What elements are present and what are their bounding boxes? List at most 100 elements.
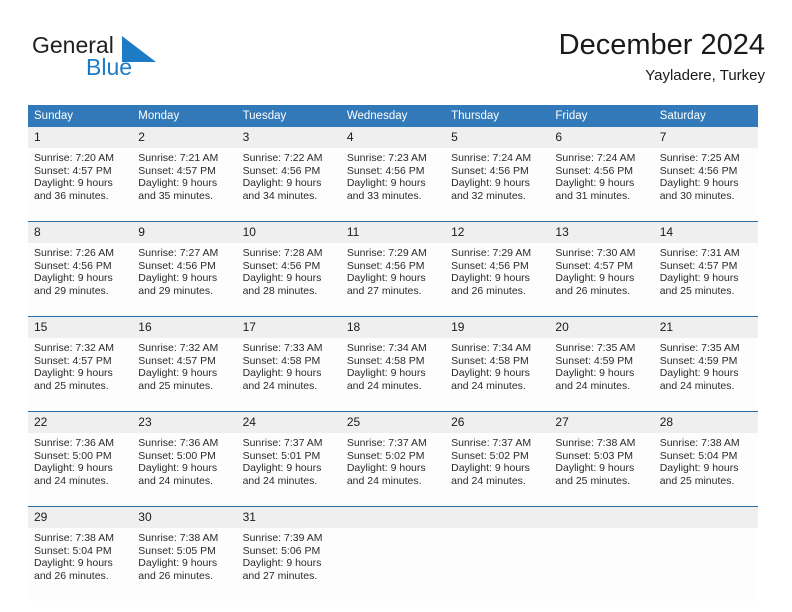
day-cell[interactable]: Sunrise: 7:34 AM Sunset: 4:58 PM Dayligh… <box>445 338 550 412</box>
day-cell[interactable]: Sunrise: 7:27 AM Sunset: 4:56 PM Dayligh… <box>132 243 237 317</box>
day-cell[interactable]: Sunrise: 7:35 AM Sunset: 4:59 PM Dayligh… <box>653 338 758 412</box>
sunrise-text: Sunrise: 7:29 AM <box>346 247 427 259</box>
day-number[interactable]: 1 <box>28 127 133 148</box>
day-cell[interactable]: Sunrise: 7:38 AM Sunset: 5:04 PM Dayligh… <box>653 433 758 507</box>
day-number[interactable]: 20 <box>549 316 654 338</box>
day-cell[interactable]: Sunrise: 7:22 AM Sunset: 4:56 PM Dayligh… <box>236 148 341 222</box>
daylight-text-cont: and 25 minutes. <box>659 474 735 487</box>
day-cell-empty <box>653 528 758 601</box>
day-number[interactable]: 3 <box>236 127 341 148</box>
day-number[interactable]: 19 <box>445 316 550 338</box>
sunrise-text: Sunrise: 7:37 AM <box>242 437 323 449</box>
day-cell[interactable]: Sunrise: 7:32 AM Sunset: 4:57 PM Dayligh… <box>132 338 237 412</box>
day-number[interactable]: 24 <box>236 411 341 433</box>
day-number[interactable]: 15 <box>28 316 133 338</box>
day-cell[interactable]: Sunrise: 7:38 AM Sunset: 5:03 PM Dayligh… <box>549 433 654 507</box>
day-cell[interactable]: Sunrise: 7:38 AM Sunset: 5:04 PM Dayligh… <box>28 528 133 601</box>
daylight-text: Daylight: 9 hours <box>34 557 113 570</box>
day-cell[interactable]: Sunrise: 7:24 AM Sunset: 4:56 PM Dayligh… <box>445 148 550 222</box>
day-number-empty <box>653 506 758 528</box>
sunrise-text: Sunrise: 7:32 AM <box>138 342 219 354</box>
day-number[interactable]: 28 <box>653 411 758 433</box>
week-5-daynumber-row: 29 30 31 <box>28 506 758 528</box>
daylight-text: Daylight: 9 hours <box>555 177 635 190</box>
sunrise-text: Sunrise: 7:22 AM <box>242 152 323 164</box>
day-number[interactable]: 27 <box>549 411 654 433</box>
day-number[interactable]: 9 <box>132 221 237 243</box>
day-cell[interactable]: Sunrise: 7:23 AM Sunset: 4:56 PM Dayligh… <box>340 148 446 222</box>
day-number[interactable]: 23 <box>132 411 237 433</box>
day-cell[interactable]: Sunrise: 7:28 AM Sunset: 4:56 PM Dayligh… <box>236 243 341 317</box>
day-cell[interactable]: Sunrise: 7:33 AM Sunset: 4:58 PM Dayligh… <box>236 338 341 412</box>
day-cell[interactable]: Sunrise: 7:36 AM Sunset: 5:00 PM Dayligh… <box>132 433 237 507</box>
day-number[interactable]: 11 <box>340 221 446 243</box>
daylight-text-cont: and 25 minutes. <box>138 379 213 392</box>
weekday-header-row: Sunday Monday Tuesday Wednesday Thursday… <box>28 105 758 127</box>
sunset-text: Sunset: 4:57 PM <box>34 354 112 367</box>
day-number[interactable]: 4 <box>340 127 446 148</box>
weekday-header-monday: Monday <box>132 105 237 127</box>
sunrise-text: Sunrise: 7:34 AM <box>346 342 427 354</box>
day-number[interactable]: 21 <box>653 316 758 338</box>
day-number[interactable]: 14 <box>653 221 758 243</box>
day-number[interactable]: 17 <box>236 316 341 338</box>
day-number[interactable]: 6 <box>549 127 654 148</box>
day-cell[interactable]: Sunrise: 7:34 AM Sunset: 4:58 PM Dayligh… <box>340 338 446 412</box>
day-cell[interactable]: Sunrise: 7:31 AM Sunset: 4:57 PM Dayligh… <box>653 243 758 317</box>
sunset-text: Sunset: 4:56 PM <box>451 259 529 272</box>
day-cell[interactable]: Sunrise: 7:20 AM Sunset: 4:57 PM Dayligh… <box>28 148 133 222</box>
day-cell[interactable]: Sunrise: 7:39 AM Sunset: 5:06 PM Dayligh… <box>236 528 341 601</box>
sunrise-text: Sunrise: 7:35 AM <box>659 342 740 354</box>
day-number[interactable]: 16 <box>132 316 237 338</box>
day-cell[interactable]: Sunrise: 7:37 AM Sunset: 5:02 PM Dayligh… <box>445 433 550 507</box>
day-number[interactable]: 12 <box>445 221 550 243</box>
week-5-detail-row: Sunrise: 7:38 AM Sunset: 5:04 PM Dayligh… <box>28 528 758 601</box>
day-number[interactable]: 8 <box>28 221 133 243</box>
day-cell[interactable]: Sunrise: 7:30 AM Sunset: 4:57 PM Dayligh… <box>549 243 654 317</box>
page-title: December 2024 <box>558 29 765 61</box>
sunset-text: Sunset: 5:00 PM <box>34 449 112 462</box>
daylight-text-cont: and 24 minutes. <box>346 474 422 487</box>
day-number[interactable]: 26 <box>445 411 550 433</box>
sunset-text: Sunset: 4:57 PM <box>659 259 738 272</box>
sunrise-text: Sunrise: 7:27 AM <box>138 247 219 259</box>
daylight-text: Daylight: 9 hours <box>346 272 426 285</box>
day-cell-empty <box>445 528 550 601</box>
sunrise-text: Sunrise: 7:32 AM <box>34 342 114 354</box>
day-cell[interactable]: Sunrise: 7:32 AM Sunset: 4:57 PM Dayligh… <box>28 338 133 412</box>
day-number[interactable]: 2 <box>132 127 237 148</box>
day-number[interactable]: 31 <box>236 506 341 528</box>
day-cell[interactable]: Sunrise: 7:21 AM Sunset: 4:57 PM Dayligh… <box>132 148 237 222</box>
day-cell[interactable]: Sunrise: 7:24 AM Sunset: 4:56 PM Dayligh… <box>549 148 654 222</box>
day-cell[interactable]: Sunrise: 7:29 AM Sunset: 4:56 PM Dayligh… <box>340 243 446 317</box>
daylight-text: Daylight: 9 hours <box>555 272 635 285</box>
day-number[interactable]: 10 <box>236 221 341 243</box>
day-cell[interactable]: Sunrise: 7:25 AM Sunset: 4:56 PM Dayligh… <box>653 148 758 222</box>
daylight-text: Daylight: 9 hours <box>451 367 530 380</box>
day-cell[interactable]: Sunrise: 7:36 AM Sunset: 5:00 PM Dayligh… <box>28 433 133 507</box>
day-number[interactable]: 22 <box>28 411 133 433</box>
sunrise-text: Sunrise: 7:33 AM <box>242 342 323 354</box>
sunset-text: Sunset: 5:01 PM <box>242 449 321 462</box>
day-cell[interactable]: Sunrise: 7:37 AM Sunset: 5:02 PM Dayligh… <box>340 433 446 507</box>
day-number[interactable]: 13 <box>549 221 654 243</box>
day-number[interactable]: 30 <box>132 506 237 528</box>
day-number[interactable]: 7 <box>653 127 758 148</box>
day-cell[interactable]: Sunrise: 7:38 AM Sunset: 5:05 PM Dayligh… <box>132 528 237 601</box>
general-blue-logo[interactable]: General Blue <box>28 32 248 92</box>
day-cell[interactable]: Sunrise: 7:26 AM Sunset: 4:56 PM Dayligh… <box>28 243 133 317</box>
sunrise-text: Sunrise: 7:24 AM <box>555 152 636 164</box>
daylight-text-cont: and 29 minutes. <box>138 284 213 297</box>
sunrise-text: Sunrise: 7:38 AM <box>659 437 740 449</box>
daylight-text-cont: and 24 minutes. <box>555 379 631 392</box>
day-cell[interactable]: Sunrise: 7:35 AM Sunset: 4:59 PM Dayligh… <box>549 338 654 412</box>
day-cell[interactable]: Sunrise: 7:29 AM Sunset: 4:56 PM Dayligh… <box>445 243 550 317</box>
sunrise-text: Sunrise: 7:21 AM <box>138 152 219 164</box>
day-number[interactable]: 29 <box>28 506 133 528</box>
day-cell[interactable]: Sunrise: 7:37 AM Sunset: 5:01 PM Dayligh… <box>236 433 341 507</box>
day-number[interactable]: 25 <box>340 411 446 433</box>
day-number[interactable]: 18 <box>340 316 446 338</box>
daylight-text-cont: and 26 minutes. <box>451 284 526 297</box>
day-number[interactable]: 5 <box>445 127 550 148</box>
sunset-text: Sunset: 4:57 PM <box>34 164 112 177</box>
